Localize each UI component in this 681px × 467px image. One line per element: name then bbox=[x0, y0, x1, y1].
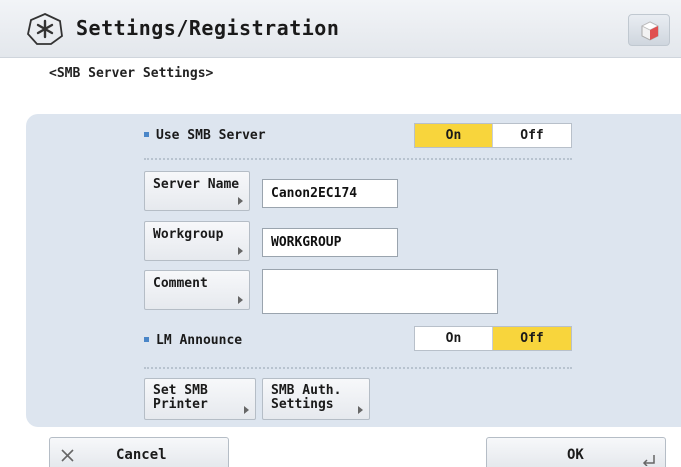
comment-button[interactable]: Comment bbox=[144, 270, 250, 310]
smb-auth-settings-button[interactable]: SMB Auth. Settings bbox=[262, 378, 370, 420]
workgroup-field[interactable]: WORKGROUP bbox=[262, 228, 398, 257]
use-smb-server-off-button[interactable]: Off bbox=[493, 124, 571, 147]
workgroup-button-label: Workgroup bbox=[153, 227, 224, 242]
smb-auth-settings-label-line2: Settings bbox=[271, 397, 334, 412]
page-title: Settings/Registration bbox=[76, 16, 340, 40]
workgroup-button[interactable]: Workgroup bbox=[144, 221, 250, 261]
arrow-right-icon bbox=[238, 197, 243, 205]
arrow-right-icon bbox=[238, 247, 243, 255]
ok-button[interactable]: OK bbox=[486, 437, 666, 467]
comment-button-label: Comment bbox=[153, 276, 208, 291]
comment-field[interactable] bbox=[262, 269, 498, 314]
status-monitor-button[interactable] bbox=[628, 14, 670, 46]
smb-auth-settings-label-line1: SMB Auth. bbox=[271, 383, 342, 398]
title-bar: Settings/Registration bbox=[0, 0, 681, 58]
use-smb-server-toggle: On Off bbox=[414, 123, 572, 148]
ok-label: OK bbox=[567, 447, 584, 463]
arrow-right-icon bbox=[238, 296, 243, 304]
server-name-button[interactable]: Server Name bbox=[144, 171, 250, 211]
server-name-field[interactable]: Canon2EC174 bbox=[262, 179, 398, 208]
lm-announce-off-button[interactable]: Off bbox=[493, 327, 571, 350]
cancel-button[interactable]: Cancel bbox=[49, 437, 229, 467]
set-smb-printer-label-line2: Printer bbox=[153, 397, 208, 412]
divider bbox=[144, 158, 572, 160]
arrow-right-icon bbox=[244, 406, 249, 414]
server-name-button-label: Server Name bbox=[153, 177, 240, 192]
lm-announce-label: LM Announce bbox=[144, 333, 242, 348]
set-smb-printer-button[interactable]: Set SMB Printer bbox=[144, 378, 256, 420]
settings-star-icon bbox=[27, 13, 63, 45]
breadcrumb: <SMB Server Settings> bbox=[49, 66, 214, 81]
divider bbox=[144, 367, 572, 369]
lm-announce-toggle: On Off bbox=[414, 326, 572, 351]
set-smb-printer-label-line1: Set SMB bbox=[153, 383, 208, 398]
use-smb-server-on-button[interactable]: On bbox=[415, 124, 493, 147]
close-icon bbox=[61, 449, 74, 462]
cancel-label: Cancel bbox=[116, 447, 167, 463]
use-smb-server-label: Use SMB Server bbox=[144, 128, 266, 143]
return-icon bbox=[642, 455, 655, 466]
cube-icon bbox=[641, 21, 659, 41]
lm-announce-on-button[interactable]: On bbox=[415, 327, 493, 350]
arrow-right-icon bbox=[358, 406, 363, 414]
